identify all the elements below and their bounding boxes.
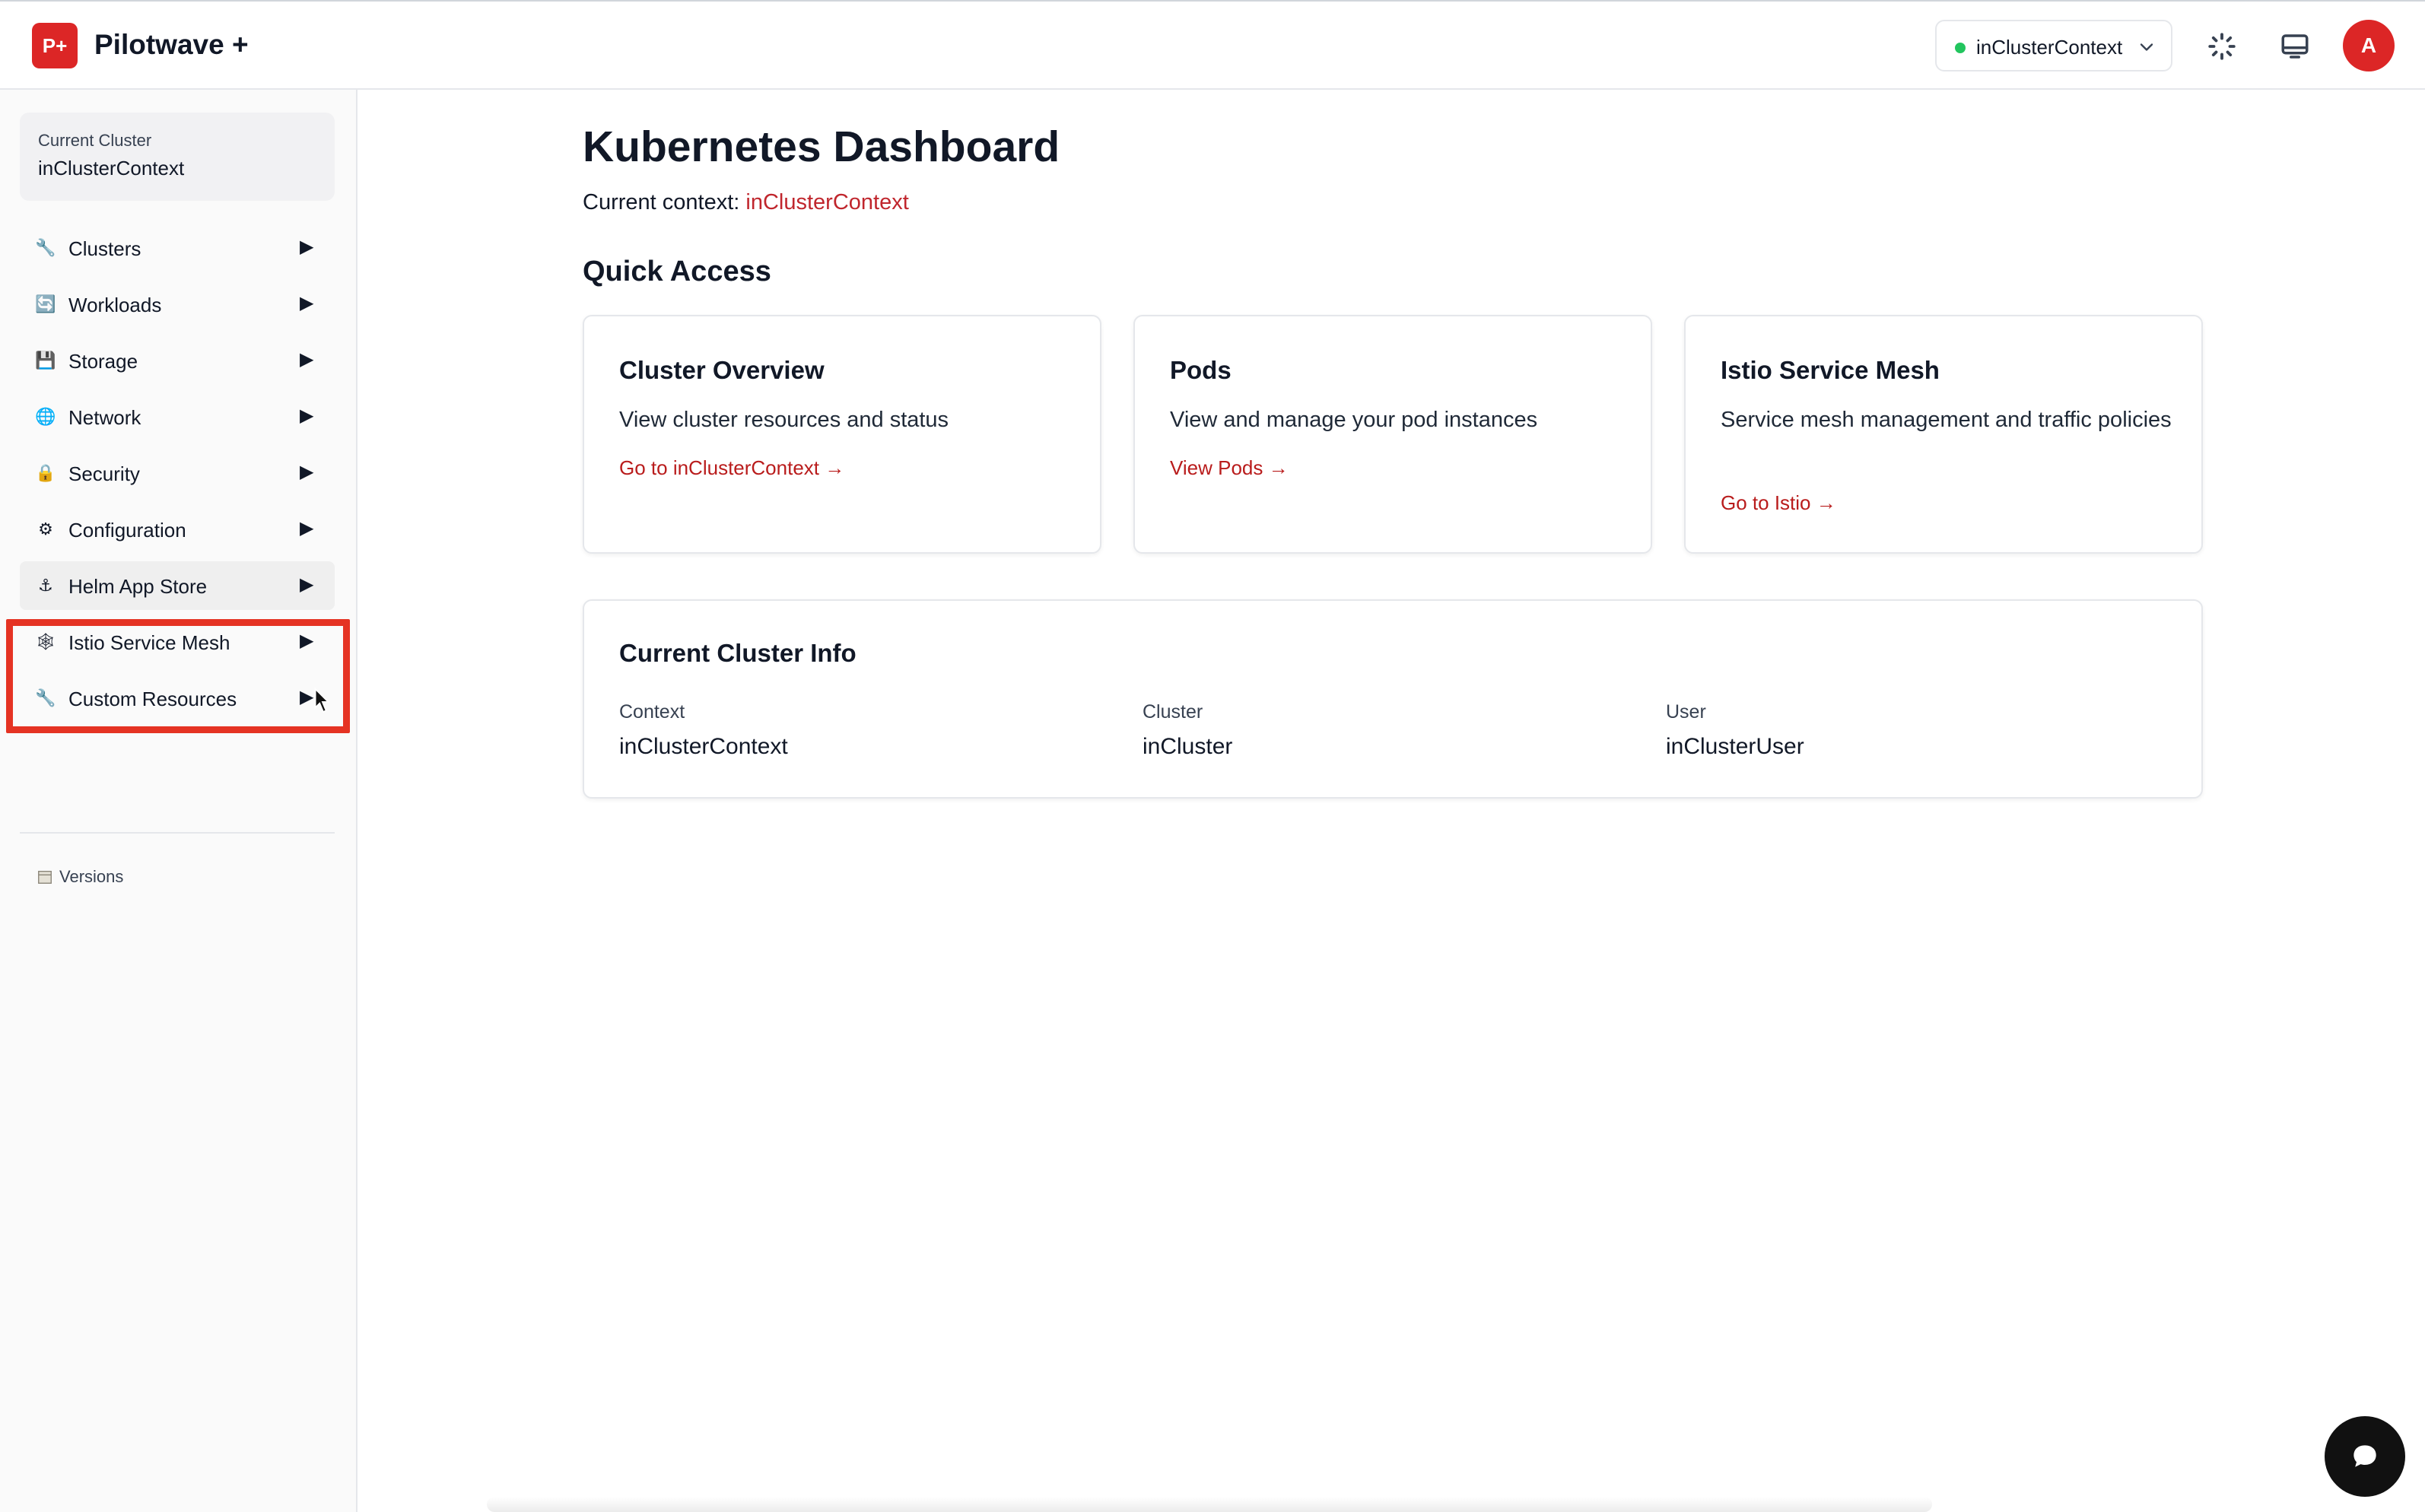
sidebar-item-label: Network (68, 406, 141, 429)
expand-arrow-icon[interactable]: ▶ (300, 461, 313, 483)
avatar[interactable]: A (2343, 20, 2395, 71)
info-field-value: inClusterUser (1666, 734, 1804, 759)
quick-access-card-istio-service-mesh[interactable]: Istio Service Mesh Service mesh manageme… (1684, 315, 2203, 554)
current-context-line: Current context: inClusterContext (583, 190, 909, 215)
sidebar-item-label: Security (68, 462, 140, 485)
page-title: Kubernetes Dashboard (583, 122, 1060, 171)
sidebar: Current Cluster inClusterContext 🔧 Clust… (0, 90, 358, 1512)
card-link[interactable]: Go to Istio → (1721, 491, 1836, 515)
info-field-value: inCluster (1143, 734, 1233, 759)
storage-icon: 💾 (35, 351, 56, 370)
app-logo[interactable]: P+ (32, 23, 78, 68)
sidebar-item-label: Configuration (68, 519, 186, 542)
card-title: Pods (1170, 356, 1232, 384)
lock-icon: 🔒 (35, 463, 56, 482)
logo-text: P+ (42, 33, 68, 57)
expand-arrow-icon[interactable]: ▶ (300, 236, 313, 258)
sidebar-item-storage[interactable]: 💾 Storage ▶ (20, 336, 335, 385)
card-title: Cluster Overview (619, 356, 825, 384)
card-link[interactable]: View Pods → (1170, 456, 1289, 480)
bottom-scroll-shadow (487, 1497, 1932, 1512)
sidebar-item-custom-resources[interactable]: 🔧 Custom Resources ▶ (20, 674, 335, 723)
sidebar-item-label: Workloads (68, 294, 162, 316)
quick-access-title: Quick Access (583, 256, 771, 287)
top-bar: P+ Pilotwave + inClusterContext A (0, 0, 2425, 90)
info-field-label: Context (619, 701, 685, 723)
quick-access-card-pods[interactable]: Pods View and manage your pod instances … (1133, 315, 1652, 554)
wrench-icon: 🔧 (35, 688, 56, 707)
current-cluster-label: Current Cluster (38, 131, 152, 150)
expand-arrow-icon[interactable]: ▶ (300, 517, 313, 539)
card-description: View and manage your pod instances (1170, 408, 1538, 432)
info-field-label: Cluster (1143, 701, 1203, 723)
expand-arrow-icon[interactable]: ▶ (300, 292, 313, 314)
info-card-title: Current Cluster Info (619, 639, 857, 667)
current-cluster-info-card: Current Cluster Info Context inClusterCo… (583, 599, 2203, 799)
sidebar-item-clusters[interactable]: 🔧 Clusters ▶ (20, 224, 335, 272)
globe-icon: 🌐 (35, 407, 56, 426)
card-link[interactable]: Go to inClusterContext → (619, 456, 844, 480)
info-field-user: User inClusterUser (1666, 701, 1804, 760)
expand-arrow-icon[interactable]: ▶ (300, 686, 313, 708)
chat-button[interactable] (2325, 1416, 2405, 1497)
chat-bubble-icon (2353, 1445, 2376, 1467)
current-cluster-card: Current Cluster inClusterContext (20, 113, 335, 201)
expand-arrow-icon[interactable]: ▶ (300, 348, 313, 370)
sidebar-item-label: Helm App Store (68, 575, 208, 598)
card-description: View cluster resources and status (619, 408, 949, 432)
expand-arrow-icon[interactable]: ▶ (300, 405, 313, 427)
wrench-icon: 🔧 (35, 238, 56, 257)
expand-arrow-icon[interactable]: ▶ (300, 630, 313, 652)
monitor-icon[interactable] (2279, 30, 2311, 62)
info-field-label: User (1666, 701, 1706, 723)
avatar-initial: A (2360, 33, 2377, 57)
calendar-icon (38, 870, 52, 884)
sidebar-item-security[interactable]: 🔒 Security ▶ (20, 449, 335, 497)
sidebar-item-istio-service-mesh[interactable]: 🕸 Istio Service Mesh ▶ (20, 618, 335, 666)
sidebar-item-workloads[interactable]: 🔄 Workloads ▶ (20, 280, 335, 329)
mouse-cursor-icon (314, 688, 330, 713)
sidebar-divider (20, 832, 335, 834)
context-link[interactable]: inClusterContext (745, 190, 908, 214)
sidebar-item-configuration[interactable]: ⚙ Configuration ▶ (20, 505, 335, 554)
card-title: Istio Service Mesh (1721, 356, 1940, 384)
sidebar-item-label: Clusters (68, 237, 141, 260)
context-switcher[interactable]: inClusterContext (1935, 20, 2172, 71)
info-field-cluster: Cluster inCluster (1143, 701, 1232, 760)
current-cluster-value: inClusterContext (38, 157, 185, 179)
chevron-down-icon (2140, 43, 2153, 51)
versions-label: Versions (59, 867, 124, 886)
anchor-icon: ⚓ (38, 576, 53, 595)
loading-spinner-icon[interactable] (2206, 30, 2238, 62)
context-switcher-label: inClusterContext (1976, 36, 2123, 59)
mesh-icon: 🕸 (35, 632, 56, 651)
app-title[interactable]: Pilotwave + (94, 29, 249, 61)
sidebar-item-label: Istio Service Mesh (68, 631, 230, 654)
sidebar-item-network[interactable]: 🌐 Network ▶ (20, 392, 335, 441)
gear-icon: ⚙ (38, 519, 53, 538)
expand-arrow-icon[interactable]: ▶ (300, 573, 313, 596)
context-prefix: Current context: (583, 190, 740, 214)
card-description: Service mesh management and traffic poli… (1721, 408, 2172, 432)
sidebar-item-label: Custom Resources (68, 688, 237, 710)
refresh-icon: 🔄 (35, 294, 56, 313)
info-field-context: Context inClusterContext (619, 701, 788, 760)
versions-link[interactable]: Versions (37, 867, 123, 887)
quick-access-card-cluster-overview[interactable]: Cluster Overview View cluster resources … (583, 315, 1101, 554)
status-dot-icon (1955, 43, 1966, 53)
sidebar-item-helm-app-store[interactable]: ⚓ Helm App Store ▶ (20, 561, 335, 610)
info-field-value: inClusterContext (619, 734, 788, 759)
sidebar-item-label: Storage (68, 350, 138, 373)
